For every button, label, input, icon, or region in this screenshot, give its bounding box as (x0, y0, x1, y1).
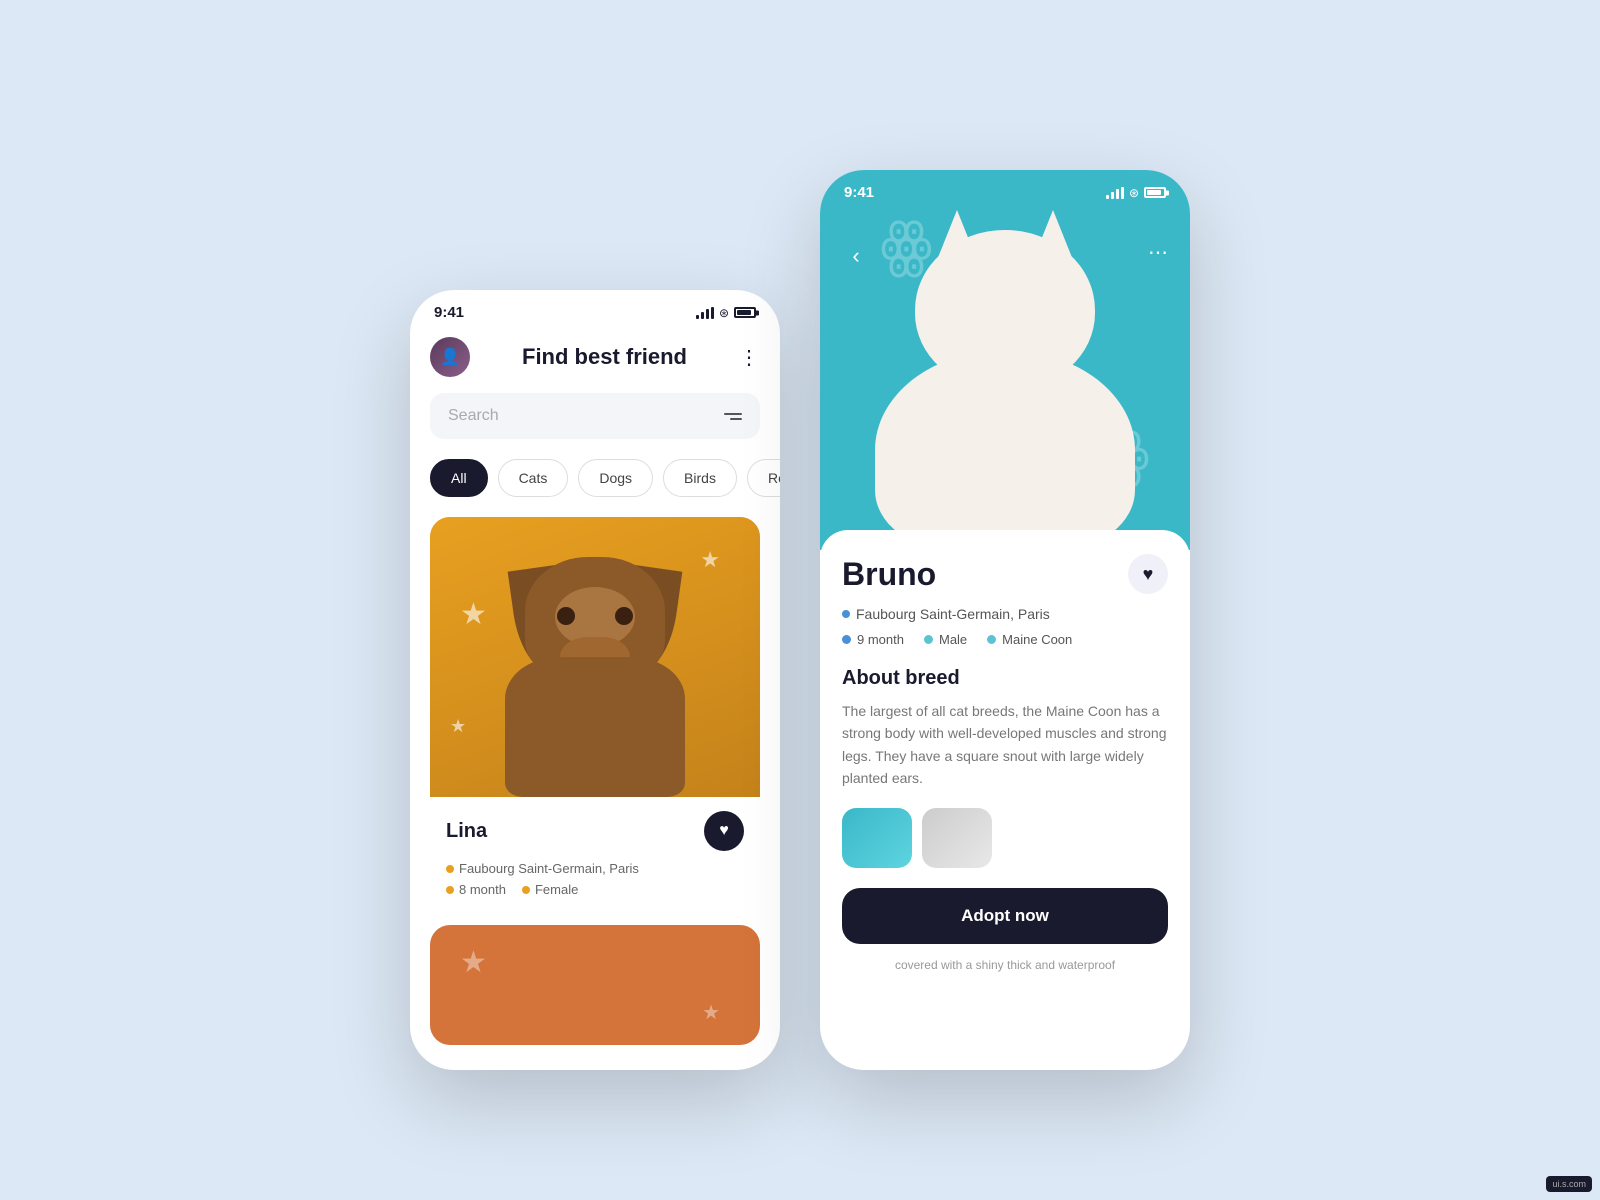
location-text-detail: Faubourg Saint-Germain, Paris (856, 606, 1050, 622)
phone-search-screen: 9:41 ⊛ 👤 Find best friend ⋮ Search (410, 290, 780, 1070)
age-dot-detail (842, 635, 851, 644)
status-icons-2: ⊛ (1106, 186, 1166, 200)
battery-icon-1 (734, 307, 756, 318)
menu-dots-button[interactable]: ⋮ (739, 345, 760, 370)
dog-body (505, 657, 685, 797)
about-section-title: About breed (842, 667, 1168, 690)
pet-location-row: Faubourg Saint-Germain, Paris (842, 606, 1168, 622)
cat-hero-image: ꙮ ꙮ (820, 170, 1190, 550)
dog-illustration (485, 547, 705, 797)
pet-card-header: Lina ♥ (446, 811, 744, 851)
dog-eye-left (557, 607, 575, 625)
dog-eye-right (615, 607, 633, 625)
status-bar-2: 9:41 ⊛ (820, 170, 1190, 209)
cat-illustration (845, 210, 1165, 550)
back-button[interactable]: ‹ (840, 240, 872, 272)
pet-card-lina[interactable]: ★ ★ ★ (430, 517, 760, 913)
pet-card-orange[interactable]: ★ ★ (430, 925, 760, 1045)
search-placeholder: Search (448, 407, 499, 425)
breed-value-detail: Maine Coon (1002, 632, 1072, 647)
page-title: Find best friend (522, 344, 687, 370)
orange-star-2: ★ (702, 1000, 720, 1025)
thumbnail-2[interactable] (922, 808, 992, 868)
orange-star-1: ★ (460, 945, 487, 980)
search-bar[interactable]: Search (430, 393, 760, 439)
categories-row: All Cats Dogs Birds Ro... (410, 459, 780, 517)
wifi-icon-1: ⊛ (719, 306, 729, 320)
star-deco-2: ★ (460, 597, 487, 632)
pet-name-lina: Lina (446, 820, 487, 843)
pet-card-image: ★ ★ ★ (430, 517, 760, 797)
phone-detail-screen: 9:41 ⊛ ‹ ⋯ ꙮ ꙮ (820, 170, 1190, 1070)
filter-icon[interactable] (724, 413, 742, 420)
adopt-now-button[interactable]: Adopt now (842, 888, 1168, 944)
dog-photo: ★ ★ ★ (430, 517, 760, 797)
pet-location-lina: Faubourg Saint-Germain, Paris (446, 861, 744, 876)
detail-meta-row: 9 month Male Maine Coon (842, 632, 1168, 647)
signal-icon-2 (1106, 187, 1124, 199)
location-dot (446, 865, 454, 873)
gender-value: Female (535, 882, 578, 897)
category-birds[interactable]: Birds (663, 459, 737, 497)
category-all[interactable]: All (430, 459, 488, 497)
pet-gender: Female (522, 882, 578, 897)
favorite-button-bruno[interactable]: ♥ (1128, 554, 1168, 594)
detail-content: Bruno ♥ Faubourg Saint-Germain, Paris 9 … (820, 530, 1190, 992)
cat-photo (820, 210, 1190, 550)
age-dot (446, 886, 454, 894)
more-button[interactable]: ⋯ (1148, 240, 1170, 265)
age-value-detail: 9 month (857, 632, 904, 647)
gender-dot-detail (924, 635, 933, 644)
pet-meta-lina: 8 month Female (446, 882, 744, 897)
detail-gender: Male (924, 632, 967, 647)
age-value: 8 month (459, 882, 506, 897)
breed-description: The largest of all cat breeds, the Maine… (842, 700, 1168, 790)
bottom-description-text: covered with a shiny thick and waterproo… (842, 958, 1168, 972)
status-icons-1: ⊛ (696, 306, 756, 320)
phone-header-1: 👤 Find best friend ⋮ (410, 329, 780, 393)
avatar-image: 👤 (430, 337, 470, 377)
detail-age: 9 month (842, 632, 904, 647)
wifi-icon-2: ⊛ (1129, 186, 1139, 200)
location-dot-detail (842, 610, 850, 618)
thumbnail-1[interactable] (842, 808, 912, 868)
gender-value-detail: Male (939, 632, 967, 647)
pet-card-info: Lina ♥ Faubourg Saint-Germain, Paris 8 m… (430, 797, 760, 913)
status-bar-1: 9:41 ⊛ (410, 290, 780, 329)
breed-dot-detail (987, 635, 996, 644)
photo-thumbnails (842, 808, 1168, 868)
favorite-button-lina[interactable]: ♥ (704, 811, 744, 851)
battery-icon-2 (1144, 187, 1166, 198)
detail-breed: Maine Coon (987, 632, 1072, 647)
detail-header: Bruno ♥ (842, 554, 1168, 594)
pet-name-bruno: Bruno (842, 556, 936, 593)
category-cats[interactable]: Cats (498, 459, 569, 497)
star-deco-3: ★ (450, 716, 466, 737)
watermark: ui.s.com (1546, 1176, 1592, 1192)
time-1: 9:41 (434, 304, 464, 321)
avatar[interactable]: 👤 (430, 337, 470, 377)
gender-dot (522, 886, 530, 894)
category-other[interactable]: Ro... (747, 459, 780, 497)
category-dogs[interactable]: Dogs (578, 459, 653, 497)
cat-body (875, 350, 1135, 550)
pet-age: 8 month (446, 882, 506, 897)
signal-icon-1 (696, 307, 714, 319)
location-value: Faubourg Saint-Germain, Paris (459, 861, 639, 876)
time-2: 9:41 (844, 184, 874, 201)
